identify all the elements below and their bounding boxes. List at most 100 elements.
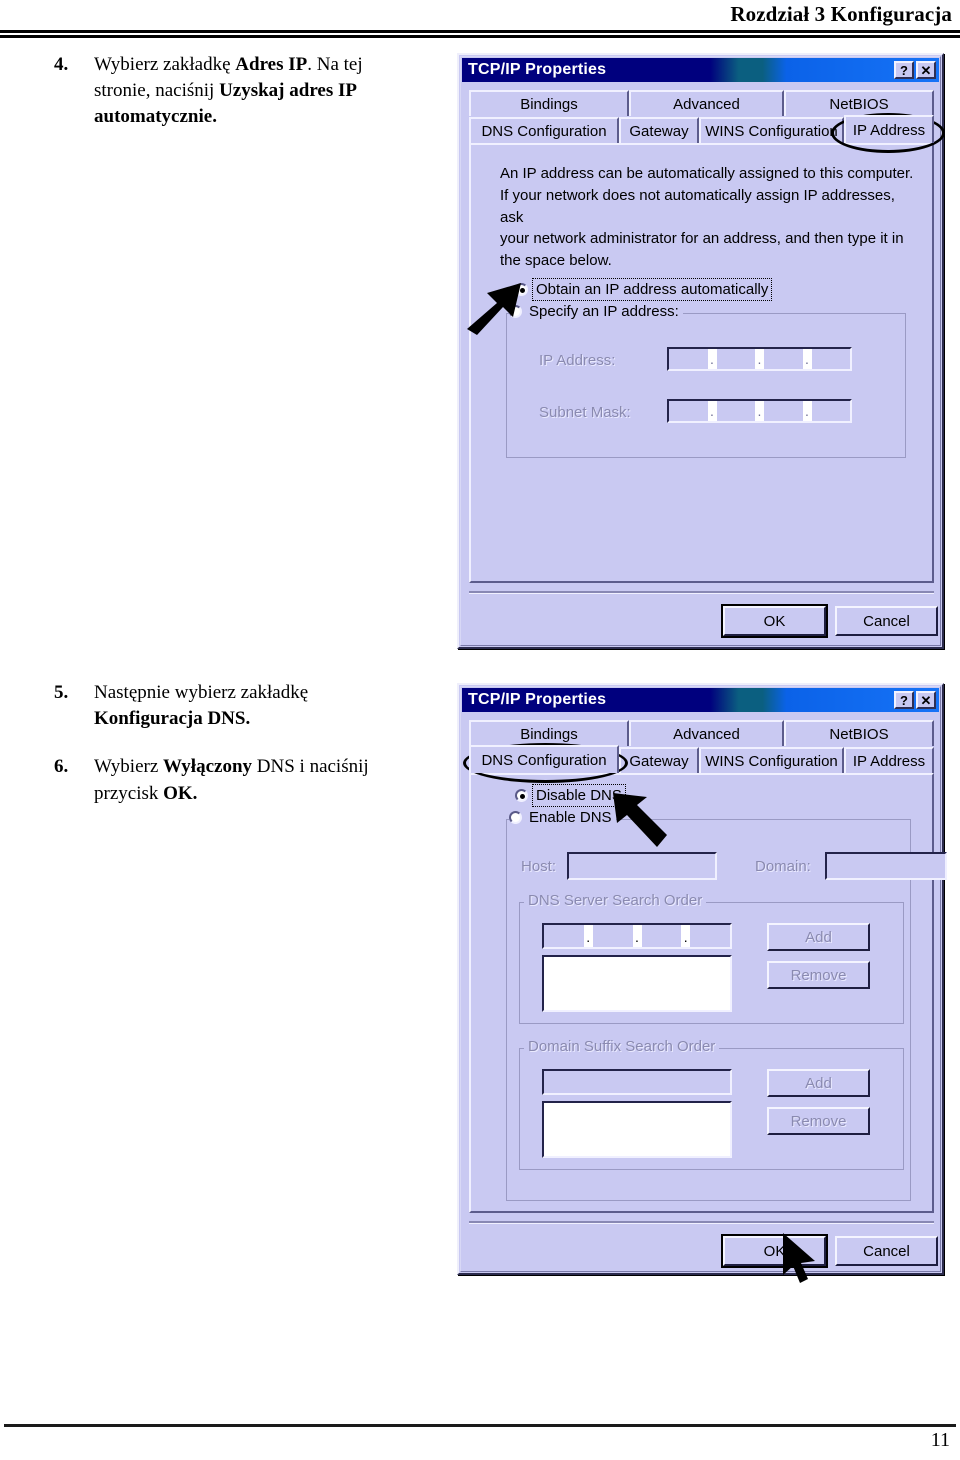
tab-ip-address[interactable]: IP Address: [844, 747, 934, 773]
footer-separator: [469, 1221, 934, 1224]
cancel-button[interactable]: Cancel: [835, 1236, 938, 1266]
mask-octet-4[interactable]: [812, 401, 851, 421]
document-page: Rozdział 3 Konfiguracja 4. Wybierz zakła…: [0, 0, 960, 1460]
footer-separator: [469, 591, 934, 594]
tab-strip[interactable]: Bindings Advanced NetBIOS DNS Configurat…: [469, 89, 934, 143]
step-number: 5.: [54, 682, 69, 703]
suffix-add-button[interactable]: Add: [767, 1069, 870, 1097]
step-item: 4. Wybierz zakładkę Adres IP. Na tej str…: [42, 52, 402, 131]
step-number: 6.: [54, 756, 69, 778]
step-text: Wybierz Wyłączony DNS i naciśnij przycis…: [94, 756, 369, 804]
radio-indicator-disable-dns[interactable]: [515, 789, 528, 802]
ip-description-text: An IP address can be automatically assig…: [500, 165, 914, 269]
tcpip-properties-dialog-dns[interactable]: TCP/IP Properties ? ✕ Bindings Advanced …: [457, 683, 947, 1283]
radio-label-obtain: Obtain an IP address automatically: [531, 278, 773, 301]
page-number: 11: [930, 1429, 950, 1451]
tab-ip-address[interactable]: IP Address: [844, 115, 934, 143]
dns-octet-1[interactable]: [544, 925, 584, 947]
dns-add-button[interactable]: Add: [767, 923, 870, 951]
titlebar[interactable]: TCP/IP Properties ? ✕: [462, 688, 939, 712]
ip-dot-1: .: [707, 349, 717, 369]
ok-button[interactable]: OK: [723, 606, 826, 636]
mask-octet-1[interactable]: [669, 401, 708, 421]
cancel-button[interactable]: Cancel: [835, 606, 938, 636]
suffix-remove-button[interactable]: Remove: [767, 1107, 870, 1135]
tcpip-properties-dialog-ip[interactable]: TCP/IP Properties ? ✕ Bindings Advanced …: [457, 53, 945, 649]
domain-suffix-list[interactable]: [542, 1101, 732, 1158]
group-label-enable-dns[interactable]: Enable DNS: [509, 809, 616, 826]
dns-octet-2[interactable]: [593, 925, 633, 947]
tab-wins-configuration[interactable]: WINS Configuration: [699, 117, 844, 143]
help-icon[interactable]: ?: [894, 691, 914, 709]
tab-netbios[interactable]: NetBIOS: [784, 90, 934, 116]
running-header: Rozdział 3 Konfiguracja: [0, 0, 960, 38]
host-input[interactable]: [567, 852, 717, 880]
group-label-dns-server-search-order: DNS Server Search Order: [524, 892, 707, 909]
step-list-bottom: 5. Następnie wybierz zakładkę Konfigurac…: [42, 680, 442, 821]
ip-octet-2[interactable]: [717, 349, 756, 369]
close-icon[interactable]: ✕: [916, 691, 936, 709]
titlebar-title: TCP/IP Properties: [468, 691, 607, 708]
titlebar[interactable]: TCP/IP Properties ? ✕: [462, 58, 939, 82]
ip-octet-1[interactable]: [669, 349, 708, 369]
page-footer: 11: [0, 1424, 960, 1452]
ip-octet-4[interactable]: [812, 349, 851, 369]
mask-octet-2[interactable]: [717, 401, 756, 421]
tab-row-2[interactable]: DNS Configuration Gateway WINS Configura…: [469, 115, 934, 143]
dns-dot-1: .: [583, 925, 593, 947]
tab-wins-configuration[interactable]: WINS Configuration: [699, 747, 844, 773]
ip-octet-3[interactable]: [764, 349, 803, 369]
tab-row-1[interactable]: Bindings Advanced NetBIOS: [469, 89, 934, 116]
domain-suffix-input[interactable]: [542, 1069, 732, 1095]
tab-row-2[interactable]: DNS Configuration Gateway WINS Configura…: [469, 745, 934, 773]
label-domain: Domain:: [755, 858, 811, 875]
tab-row-1[interactable]: Bindings Advanced NetBIOS: [469, 719, 934, 746]
titlebar-title: TCP/IP Properties: [468, 61, 607, 78]
tab-advanced[interactable]: Advanced: [629, 90, 784, 116]
ok-button[interactable]: OK: [723, 1236, 826, 1266]
dns-server-ip-input[interactable]: . . .: [542, 923, 732, 949]
tab-dns-configuration[interactable]: DNS Configuration: [469, 117, 619, 143]
header-rule: [0, 30, 960, 38]
radio-label-enable-dns: Enable DNS: [529, 809, 612, 826]
tab-gateway[interactable]: Gateway: [619, 117, 699, 143]
tab-bindings[interactable]: Bindings: [469, 720, 629, 746]
group-specify-ip: Specify an IP address: IP Address: . . .…: [506, 303, 906, 458]
tab-dns-configuration[interactable]: DNS Configuration: [469, 745, 619, 773]
radio-obtain-ip-automatically[interactable]: Obtain an IP address automatically: [515, 278, 773, 301]
dns-octet-4[interactable]: [690, 925, 730, 947]
footer-rule: [4, 1424, 956, 1427]
radio-indicator-enable-dns[interactable]: [509, 811, 522, 824]
tab-page-ip-address: An IP address can be automatically assig…: [469, 143, 934, 583]
dns-server-list[interactable]: [542, 955, 732, 1012]
domain-input[interactable]: [825, 852, 947, 880]
label-host: Host:: [521, 858, 557, 875]
ip-dot-3: .: [802, 349, 812, 369]
step-text: Wybierz zakładkę Adres IP. Na tej stroni…: [94, 54, 363, 128]
dns-dot-2: .: [632, 925, 642, 947]
tab-strip[interactable]: Bindings Advanced NetBIOS DNS Configurat…: [469, 719, 934, 773]
label-ip-address: IP Address:: [539, 352, 616, 369]
subnet-mask-input[interactable]: . . .: [667, 399, 852, 423]
tab-bindings[interactable]: Bindings: [469, 90, 629, 116]
help-icon[interactable]: ?: [894, 61, 914, 79]
label-subnet-mask: Subnet Mask:: [539, 404, 631, 421]
step-text: Następnie wybierz zakładkę Konfiguracja …: [94, 682, 309, 730]
header-title: Rozdział 3 Konfiguracja: [730, 2, 952, 26]
ip-dot-2: .: [755, 349, 764, 369]
step-item: 6. Wybierz Wyłączony DNS i naciśnij przy…: [42, 754, 442, 806]
radio-label-disable-dns: Disable DNS: [532, 784, 626, 807]
close-icon[interactable]: ✕: [916, 61, 936, 79]
step-list-top: 4. Wybierz zakładkę Adres IP. Na tej str…: [42, 52, 402, 145]
group-label-specify-ip[interactable]: Specify an IP address:: [509, 303, 683, 320]
radio-indicator-specify[interactable]: [509, 305, 522, 318]
mask-octet-3[interactable]: [764, 401, 803, 421]
tab-gateway[interactable]: Gateway: [619, 747, 699, 773]
tab-advanced[interactable]: Advanced: [629, 720, 784, 746]
radio-indicator-obtain[interactable]: [515, 283, 528, 296]
ip-address-input[interactable]: . . .: [667, 347, 852, 371]
dns-remove-button[interactable]: Remove: [767, 961, 870, 989]
tab-netbios[interactable]: NetBIOS: [784, 720, 934, 746]
dns-octet-3[interactable]: [642, 925, 682, 947]
radio-disable-dns[interactable]: Disable DNS: [515, 784, 626, 807]
